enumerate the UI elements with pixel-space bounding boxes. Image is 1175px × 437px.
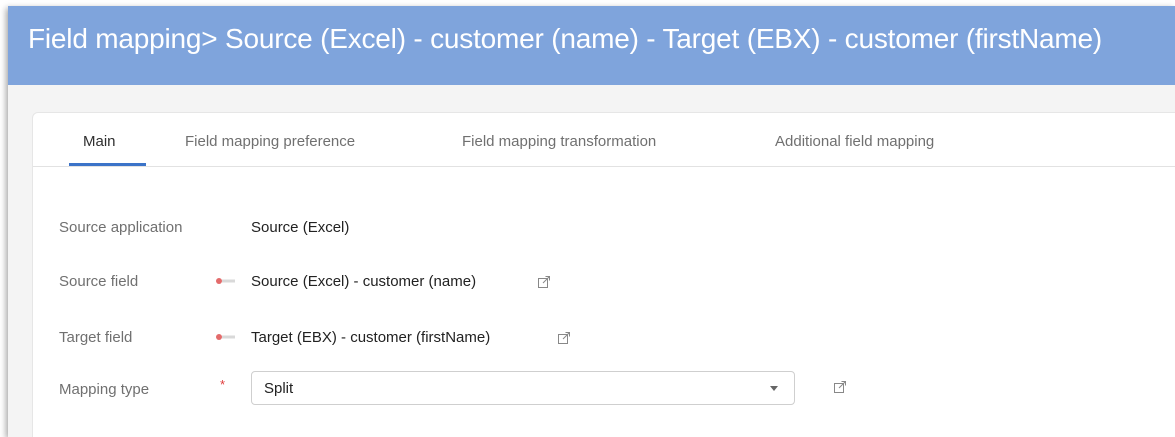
window: Field mapping> Source (Excel) - customer…: [8, 6, 1175, 437]
tab-additional-field-mapping[interactable]: Additional field mapping: [775, 133, 934, 150]
external-link-icon[interactable]: [557, 331, 571, 345]
mapping-type-value: Split: [264, 380, 294, 397]
mapping-type-label: Mapping type: [59, 381, 150, 398]
target-field-value[interactable]: Target (EBX) - customer (firstName): [251, 329, 490, 346]
active-tab-indicator: [69, 163, 146, 166]
chevron-down-icon: [770, 386, 778, 391]
external-link-icon[interactable]: [833, 380, 847, 394]
mapping-type-select[interactable]: Split: [251, 371, 795, 405]
target-field-label: Target field: [59, 329, 133, 346]
required-marker: *: [220, 377, 226, 392]
source-application-label: Source application: [59, 219, 183, 236]
tab-field-mapping-preference[interactable]: Field mapping preference: [185, 133, 355, 150]
link-icon: [216, 334, 235, 340]
source-field-label: Source field: [59, 273, 139, 290]
source-application-value: Source (Excel): [251, 219, 350, 236]
page-title: Field mapping> Source (Excel) - customer…: [28, 23, 1103, 54]
link-icon: [216, 278, 235, 284]
page-header: Field mapping> Source (Excel) - customer…: [8, 6, 1175, 85]
tab-main[interactable]: Main: [83, 133, 116, 150]
tab-field-mapping-transformation[interactable]: Field mapping transformation: [462, 133, 656, 150]
external-link-icon[interactable]: [537, 275, 551, 289]
details-card: Main Field mapping preference Field mapp…: [32, 112, 1175, 437]
source-field-value[interactable]: Source (Excel) - customer (name): [251, 273, 476, 290]
tab-bar: Main Field mapping preference Field mapp…: [33, 113, 1175, 167]
